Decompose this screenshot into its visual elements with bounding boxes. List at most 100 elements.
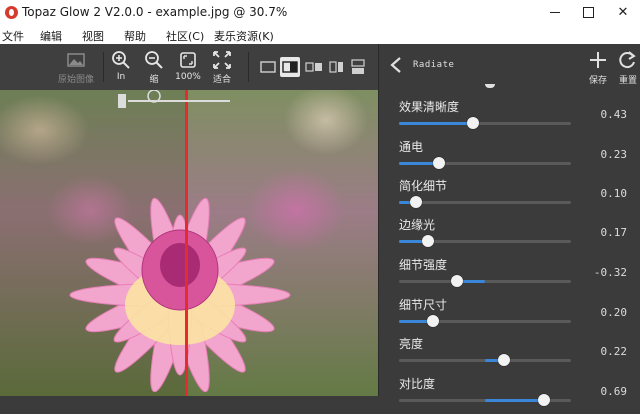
param-row: 对比度 0.69 — [379, 375, 640, 414]
param-slider[interactable] — [399, 315, 571, 327]
side-by-side-view-button[interactable] — [304, 57, 324, 77]
title-bar: Topaz Glow 2 V2.0.0 - example.jpg @ 30.7… — [0, 0, 640, 26]
save-label: 保存 — [588, 76, 607, 86]
zoom-out-icon — [145, 51, 163, 69]
topaz-app-icon — [5, 6, 18, 19]
close-icon: ✕ — [617, 5, 629, 20]
param-row: 亮度 0.22 — [379, 335, 640, 374]
menu-file[interactable]: 文件 — [2, 28, 24, 44]
param-name: 通电 — [399, 140, 424, 154]
param-name: 效果清晰度 — [399, 100, 460, 114]
param-slider-knob[interactable] — [432, 157, 445, 169]
param-value[interactable]: 0.23 — [601, 148, 628, 161]
zoom-slider[interactable] — [118, 90, 232, 108]
param-value[interactable]: 0.22 — [601, 345, 628, 358]
window-title: Topaz Glow 2 V2.0.0 - example.jpg @ 30.7… — [22, 5, 288, 19]
param-slider-fill — [485, 399, 545, 402]
param-slider[interactable] — [399, 275, 571, 287]
param-slider-knob[interactable] — [451, 275, 464, 287]
reset-button[interactable]: 重置 — [615, 48, 640, 86]
param-row: 细节尺寸 0.20 — [379, 296, 640, 335]
zoom-out-label: 缩 — [149, 75, 159, 85]
menu-edit[interactable]: 编辑 — [40, 28, 62, 44]
minimize-button[interactable] — [534, 0, 576, 26]
param-slider[interactable] — [399, 394, 571, 406]
param-slider[interactable] — [399, 117, 571, 129]
slider-knob-partial — [485, 84, 495, 88]
split-view-button[interactable] — [280, 57, 300, 77]
param-slider[interactable] — [399, 354, 571, 366]
param-value[interactable]: -0.32 — [594, 266, 627, 279]
menu-resources[interactable]: 麦乐资源(K) — [214, 28, 274, 44]
toolbar-divider — [103, 52, 104, 82]
zoom-in-icon — [112, 51, 130, 69]
back-arrow-icon[interactable] — [389, 56, 403, 74]
param-row: 效果清晰度 0.43 — [379, 98, 640, 137]
side-by-side-icon — [305, 62, 322, 72]
param-slider-knob[interactable] — [427, 315, 440, 327]
param-slider-knob[interactable] — [497, 354, 510, 366]
maximize-button[interactable] — [572, 0, 604, 26]
param-row: 通电 0.23 — [379, 138, 640, 177]
param-value[interactable]: 0.20 — [601, 306, 628, 319]
zoom-out-button[interactable]: 缩 — [141, 48, 167, 88]
minimize-icon — [550, 12, 560, 13]
actual-size-icon — [180, 52, 196, 68]
fit-to-screen-icon — [213, 51, 231, 69]
param-name: 细节尺寸 — [399, 298, 448, 312]
single-view-icon — [260, 61, 276, 73]
param-name: 对比度 — [399, 377, 436, 391]
stacked-view-icon — [351, 59, 365, 74]
fit-label: 适合 — [212, 75, 231, 85]
save-preset-button[interactable]: 保存 — [585, 48, 611, 86]
param-value[interactable]: 0.17 — [601, 226, 628, 239]
param-row: 简化细节 0.10 — [379, 177, 640, 216]
menu-help[interactable]: 帮助 — [124, 28, 146, 44]
zoom-100-button[interactable]: 100% — [174, 48, 202, 88]
param-name: 亮度 — [399, 337, 424, 351]
param-value[interactable]: 0.43 — [601, 108, 628, 121]
zoom-in-label: In — [116, 72, 126, 82]
maximize-icon — [582, 7, 594, 18]
reset-icon — [619, 51, 636, 69]
param-slider[interactable] — [399, 196, 571, 208]
stacked-view-button[interactable] — [348, 57, 368, 77]
split-view-icon — [282, 61, 298, 73]
original-image-label: 原始图像 — [57, 75, 94, 85]
reset-label: 重置 — [618, 76, 637, 86]
preset-name: Radiate — [413, 60, 455, 70]
zoom-100-label: 100% — [175, 72, 201, 82]
image-preview[interactable] — [0, 90, 378, 396]
param-slider-fill — [399, 122, 473, 125]
param-slider-knob[interactable] — [422, 235, 435, 247]
param-value[interactable]: 0.69 — [601, 385, 628, 398]
menu-view[interactable]: 视图 — [82, 28, 104, 44]
image-toolbar: 原始图像 In 缩 100% 适合 — [0, 44, 378, 90]
param-name: 细节强度 — [399, 258, 448, 272]
param-name: 简化细节 — [399, 179, 448, 193]
adjustment-panel: Radiate 保存 重置 效果清晰度 0.43 通电 0.23 简化细节 0.10 边缘光… — [378, 44, 640, 406]
comparison-split-line[interactable] — [185, 90, 188, 396]
original-image-button[interactable]: 原始图像 — [54, 48, 98, 88]
param-value[interactable]: 0.10 — [601, 187, 628, 200]
plus-icon — [590, 52, 606, 68]
menu-community[interactable]: 社区(C) — [166, 28, 204, 44]
image-icon — [67, 53, 85, 67]
close-button[interactable]: ✕ — [606, 0, 640, 26]
toolbar-divider — [248, 52, 249, 82]
param-slider[interactable] — [399, 235, 571, 247]
panel-header: Radiate 保存 重置 — [379, 44, 640, 88]
param-slider[interactable] — [399, 157, 571, 169]
zoom-slider-handle — [118, 94, 126, 108]
param-name: 边缘光 — [399, 218, 436, 232]
param-row: 边缘光 0.17 — [379, 216, 640, 255]
param-slider-knob[interactable] — [466, 117, 479, 129]
single-view-button[interactable] — [258, 57, 278, 77]
menu-bar: 文件 编辑 视图 帮助 社区(C) 麦乐资源(K) — [0, 26, 640, 45]
dual-view-icon — [329, 61, 343, 73]
param-slider-knob[interactable] — [410, 196, 423, 208]
fit-button[interactable]: 适合 — [208, 48, 236, 88]
zoom-in-button[interactable]: In — [108, 48, 134, 88]
flower-photo — [69, 197, 291, 393]
dual-view-button[interactable] — [326, 57, 346, 77]
